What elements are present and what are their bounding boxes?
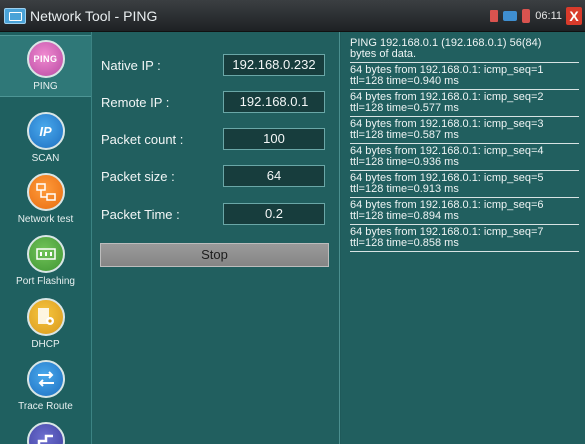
sidebar-item-label: Trace Route: [18, 401, 73, 412]
log-entry: 64 bytes from 192.168.0.1: icmp_seq=2 tt…: [350, 92, 579, 117]
sidebar-item-label: Network test: [17, 214, 74, 225]
sidebar-item-more[interactable]: [0, 422, 91, 444]
sidebar-item-dhcp[interactable]: DHCP: [0, 298, 91, 350]
sd-card-icon: [490, 10, 499, 22]
more-tools-icon: [26, 422, 65, 444]
title-bar: Network Tool - PING 06:11 X: [0, 0, 585, 32]
sidebar-item-label: Port Flashing: [16, 276, 75, 287]
log-entry: 64 bytes from 192.168.0.1: icmp_seq=5 tt…: [350, 173, 579, 198]
log-entry: 64 bytes from 192.168.0.1: icmp_seq=6 tt…: [350, 200, 579, 225]
log-entry: PING 192.168.0.1 (192.168.0.1) 56(84) by…: [350, 38, 579, 63]
packet-count-label: Packet count :: [101, 132, 184, 147]
network-test-icon: [26, 173, 65, 211]
dhcp-icon: [26, 298, 65, 336]
ping-output-log: PING 192.168.0.1 (192.168.0.1) 56(84) by…: [341, 32, 585, 444]
clock: 06:11: [535, 10, 562, 22]
sidebar-item-label: PING: [33, 81, 58, 92]
battery-icon: [522, 9, 531, 23]
ethernet-icon: [503, 11, 518, 21]
sidebar: PING PING IP SCAN Network test Port Flas…: [0, 32, 92, 444]
log-entry: 64 bytes from 192.168.0.1: icmp_seq=1 tt…: [350, 65, 579, 90]
sidebar-item-label: DHCP: [31, 339, 60, 350]
native-ip-field[interactable]: 192.168.0.232: [223, 54, 325, 76]
log-entry: 64 bytes from 192.168.0.1: icmp_seq=4 tt…: [350, 146, 579, 171]
trace-route-icon: [26, 360, 65, 398]
ping-settings-panel: Native IP : 192.168.0.232 Remote IP : 19…: [92, 32, 340, 444]
sidebar-item-network-test[interactable]: Network test: [0, 173, 91, 225]
window-title: Network Tool - PING: [30, 8, 158, 24]
sidebar-item-label: SCAN: [31, 153, 60, 164]
sidebar-item-ping[interactable]: PING PING: [0, 35, 91, 97]
ip-scan-icon: IP: [26, 112, 65, 150]
packet-size-label: Packet size :: [101, 169, 175, 184]
remote-ip-label: Remote IP :: [101, 95, 170, 110]
packet-size-field[interactable]: 64: [223, 165, 325, 187]
native-ip-label: Native IP :: [101, 58, 161, 73]
remote-ip-field[interactable]: 192.168.0.1: [223, 91, 325, 113]
port-flashing-icon: [26, 235, 65, 273]
status-bar: 06:11 X: [485, 0, 585, 32]
stop-button[interactable]: Stop: [100, 243, 329, 267]
packet-time-label: Packet Time :: [101, 207, 180, 222]
sidebar-item-port-flashing[interactable]: Port Flashing: [0, 235, 91, 287]
sidebar-item-scan[interactable]: IP SCAN: [0, 112, 91, 164]
network-tool-icon: [4, 8, 26, 24]
close-button[interactable]: X: [566, 7, 582, 25]
sidebar-item-trace-route[interactable]: Trace Route: [0, 360, 91, 412]
log-entry: 64 bytes from 192.168.0.1: icmp_seq=3 tt…: [350, 119, 579, 144]
packet-count-field[interactable]: 100: [223, 128, 325, 150]
packet-time-field[interactable]: 0.2: [223, 203, 325, 225]
ping-icon: PING: [26, 40, 65, 78]
log-entry: 64 bytes from 192.168.0.1: icmp_seq=7 tt…: [350, 227, 579, 252]
